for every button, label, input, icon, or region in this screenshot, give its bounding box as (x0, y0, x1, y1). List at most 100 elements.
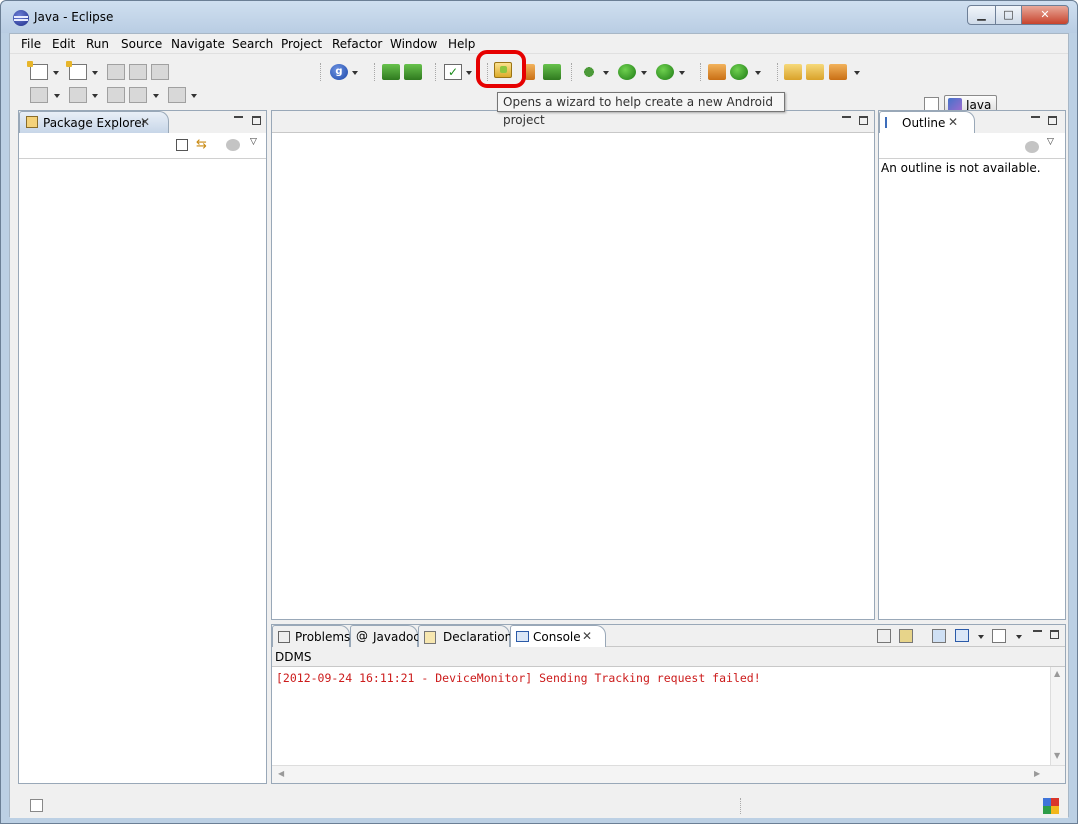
pin-console-icon[interactable] (932, 629, 946, 643)
maximize-icon[interactable] (1050, 630, 1059, 639)
menu-navigate[interactable]: Navigate (171, 37, 225, 51)
forward-dropdown-icon[interactable] (191, 94, 197, 98)
previous-annotation-dropdown-icon[interactable] (92, 94, 98, 98)
new-android-test-project-icon[interactable] (525, 64, 535, 80)
console-output[interactable]: [2012-09-24 16:11:21 - DeviceMonitor] Se… (272, 667, 1052, 765)
new-icon[interactable] (27, 61, 48, 80)
google-login-icon[interactable] (1043, 798, 1059, 814)
status-separator (740, 798, 741, 814)
collapse-all-icon[interactable] (176, 139, 188, 151)
new-android-xml-file-icon[interactable] (543, 64, 561, 80)
next-annotation-dropdown-icon[interactable] (54, 94, 60, 98)
package-explorer-panel: Package Explorer ✕ ⇆ ▽ (18, 110, 267, 784)
declaration-icon (424, 631, 436, 644)
tab-problems[interactable]: Problems (272, 625, 350, 647)
next-annotation-icon[interactable] (30, 87, 48, 103)
close-button[interactable]: ✕ (1021, 5, 1069, 25)
tab-javadoc-label: Javadoc (373, 630, 420, 644)
minimize-icon[interactable] (1031, 115, 1040, 118)
close-icon[interactable]: ✕ (948, 115, 958, 129)
minimize-button[interactable]: ▁ (967, 5, 996, 25)
filters-icon[interactable] (226, 139, 240, 151)
scroll-down-icon[interactable]: ▼ (1054, 751, 1060, 760)
print-icon[interactable] (151, 64, 169, 80)
maximize-icon[interactable] (252, 116, 261, 125)
new-dropdown-icon[interactable] (53, 71, 59, 75)
last-edit-location-icon[interactable] (107, 87, 125, 103)
run-icon[interactable] (618, 64, 636, 80)
scroll-up-icon[interactable]: ▲ (1054, 669, 1060, 678)
maximize-button[interactable]: □ (995, 5, 1022, 25)
minimize-icon[interactable] (842, 115, 851, 118)
view-menu-icon[interactable]: ▽ (1047, 137, 1054, 147)
open-console-dropdown-icon[interactable] (1016, 635, 1022, 639)
status-bar (10, 794, 1068, 818)
new-java-class-icon[interactable] (730, 64, 748, 80)
debug-dropdown-icon[interactable] (603, 71, 609, 75)
tab-console[interactable]: Console ✕ (510, 625, 606, 647)
view-menu-icon[interactable]: ▽ (250, 137, 257, 147)
scroll-right-icon[interactable]: ▶ (1034, 769, 1040, 778)
link-with-editor-icon[interactable]: ⇆ (196, 138, 210, 152)
minimize-icon[interactable] (1033, 629, 1042, 632)
display-console-dropdown-icon[interactable] (978, 635, 984, 639)
tab-package-explorer[interactable]: Package Explorer ✕ (19, 111, 169, 133)
clear-console-icon[interactable] (877, 629, 891, 643)
open-type-icon[interactable] (784, 64, 802, 80)
google-services-dropdown-icon[interactable] (352, 71, 358, 75)
package-explorer-toolbar: ⇆ ▽ (19, 133, 266, 159)
run-lint-dropdown-icon[interactable] (466, 71, 472, 75)
scroll-lock-icon[interactable] (899, 629, 913, 643)
search-icon[interactable] (829, 64, 847, 80)
fast-view-icon[interactable] (30, 799, 43, 812)
workbench: File Edit Run Source Navigate Search Pro… (9, 33, 1069, 818)
maximize-icon[interactable] (1048, 116, 1057, 125)
new-java-class-dropdown-icon[interactable] (755, 71, 761, 75)
new-java-package-icon[interactable] (708, 64, 726, 80)
menu-window[interactable]: Window (390, 37, 437, 51)
run-lint-icon[interactable]: ✓ (444, 64, 462, 80)
android-virtual-device-manager-icon[interactable] (404, 64, 422, 80)
tab-outline[interactable]: Outline ✕ (879, 111, 975, 133)
android-sdk-manager-icon[interactable] (382, 64, 400, 80)
external-tools-dropdown-icon[interactable] (679, 71, 685, 75)
previous-annotation-icon[interactable] (69, 87, 87, 103)
menu-project[interactable]: Project (281, 37, 322, 51)
new-type-icon[interactable] (66, 61, 87, 80)
menu-run[interactable]: Run (86, 37, 109, 51)
back-dropdown-icon[interactable] (153, 94, 159, 98)
forward-icon[interactable] (168, 87, 186, 103)
tab-javadoc[interactable]: @ Javadoc (350, 625, 420, 647)
menu-source[interactable]: Source (121, 37, 162, 51)
title-bar[interactable]: Java - Eclipse ▁ □ ✕ (1, 1, 1077, 33)
menu-help[interactable]: Help (448, 37, 475, 51)
close-icon[interactable]: ✕ (582, 629, 592, 643)
minimize-icon[interactable] (234, 115, 243, 118)
filters-icon[interactable] (1025, 141, 1039, 153)
search-dropdown-icon[interactable] (854, 71, 860, 75)
console-line: [2012-09-24 16:11:21 - DeviceMonitor] Se… (276, 671, 761, 685)
save-icon[interactable] (107, 64, 125, 80)
back-icon[interactable] (129, 87, 147, 103)
open-perspective-icon[interactable] (924, 97, 939, 111)
maximize-icon[interactable] (859, 116, 868, 125)
display-console-icon[interactable] (955, 629, 969, 642)
external-tools-icon[interactable] (656, 64, 674, 80)
new-android-project-button[interactable] (494, 62, 512, 78)
debug-icon[interactable] (580, 64, 598, 80)
tab-declaration[interactable]: Declaration (418, 625, 512, 647)
google-services-icon[interactable]: g (330, 64, 348, 80)
save-all-icon[interactable] (129, 64, 147, 80)
run-dropdown-icon[interactable] (641, 71, 647, 75)
menu-refactor[interactable]: Refactor (332, 37, 382, 51)
menu-file[interactable]: File (21, 37, 41, 51)
close-icon[interactable]: ✕ (140, 115, 150, 129)
horizontal-scrollbar[interactable]: ◀ ▶ (272, 765, 1065, 783)
menu-search[interactable]: Search (232, 37, 273, 51)
vertical-scrollbar[interactable]: ▲ ▼ (1050, 667, 1065, 765)
scroll-left-icon[interactable]: ◀ (278, 769, 284, 778)
menu-edit[interactable]: Edit (52, 37, 75, 51)
open-console-icon[interactable] (992, 629, 1006, 643)
new-type-dropdown-icon[interactable] (92, 71, 98, 75)
open-task-icon[interactable] (806, 64, 824, 80)
